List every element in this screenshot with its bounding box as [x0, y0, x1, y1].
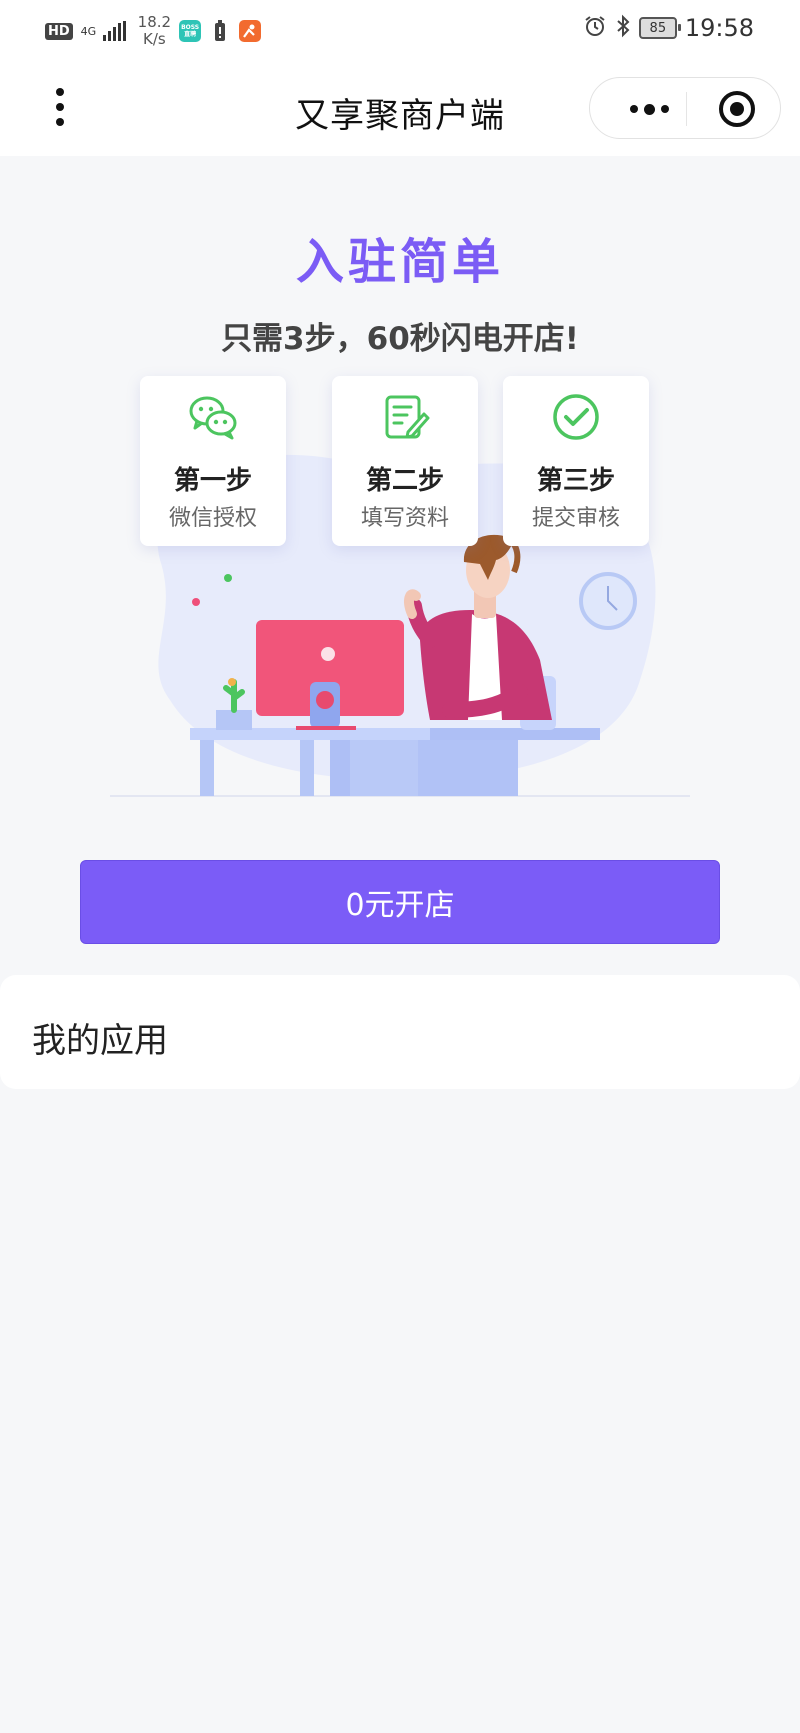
- capsule-divider: [686, 92, 687, 126]
- edit-form-icon: [385, 395, 430, 439]
- hd-badge: HD: [45, 22, 73, 40]
- bluetooth-icon: [615, 14, 631, 42]
- boss-app-icon: BOSS直聘: [179, 20, 202, 42]
- step-card-2: 第二步 填写资料: [332, 376, 478, 546]
- more-options-icon[interactable]: [618, 96, 680, 122]
- title-bar: 又享聚商户端: [0, 62, 800, 156]
- step-card-3: 第三步 提交审核: [503, 376, 649, 546]
- battery-alert-icon: [209, 20, 231, 42]
- wechat-icon: [189, 396, 237, 440]
- close-mini-program-icon[interactable]: [719, 91, 755, 127]
- hero-subtitle: 只需3步，60秒闪电开店!: [221, 321, 579, 357]
- app-notification-icon: [239, 20, 262, 42]
- signal-icon: [102, 21, 126, 41]
- step-label: 第二步: [365, 466, 444, 496]
- my-apps-title: 我的应用: [32, 1021, 168, 1061]
- step-desc: 提交审核: [531, 506, 620, 531]
- status-left: HD 4G 18.2 K/s BOSS直聘: [45, 13, 262, 48]
- step-label: 第三步: [536, 466, 615, 496]
- open-store-button[interactable]: 0元开店: [80, 860, 720, 944]
- step-desc: 填写资料: [360, 506, 449, 531]
- status-bar: HD 4G 18.2 K/s BOSS直聘 85 19:58: [0, 0, 800, 62]
- my-apps-section: 我的应用: [0, 975, 800, 1089]
- net-speed: 18.2 K/s: [137, 13, 172, 48]
- step-label: 第一步: [173, 466, 252, 496]
- alarm-icon: [583, 14, 607, 42]
- step-desc: 微信授权: [168, 506, 257, 531]
- mini-program-capsule: [589, 77, 781, 139]
- hero-title: 入驻简单: [295, 234, 504, 290]
- check-circle-icon: [553, 394, 599, 440]
- battery-indicator: 85: [638, 17, 681, 39]
- step-card-1: 第一步 微信授权: [140, 376, 286, 546]
- clock: 19:58: [684, 14, 754, 42]
- network-type: 4G: [80, 24, 97, 38]
- status-right: 85 19:58: [583, 14, 754, 42]
